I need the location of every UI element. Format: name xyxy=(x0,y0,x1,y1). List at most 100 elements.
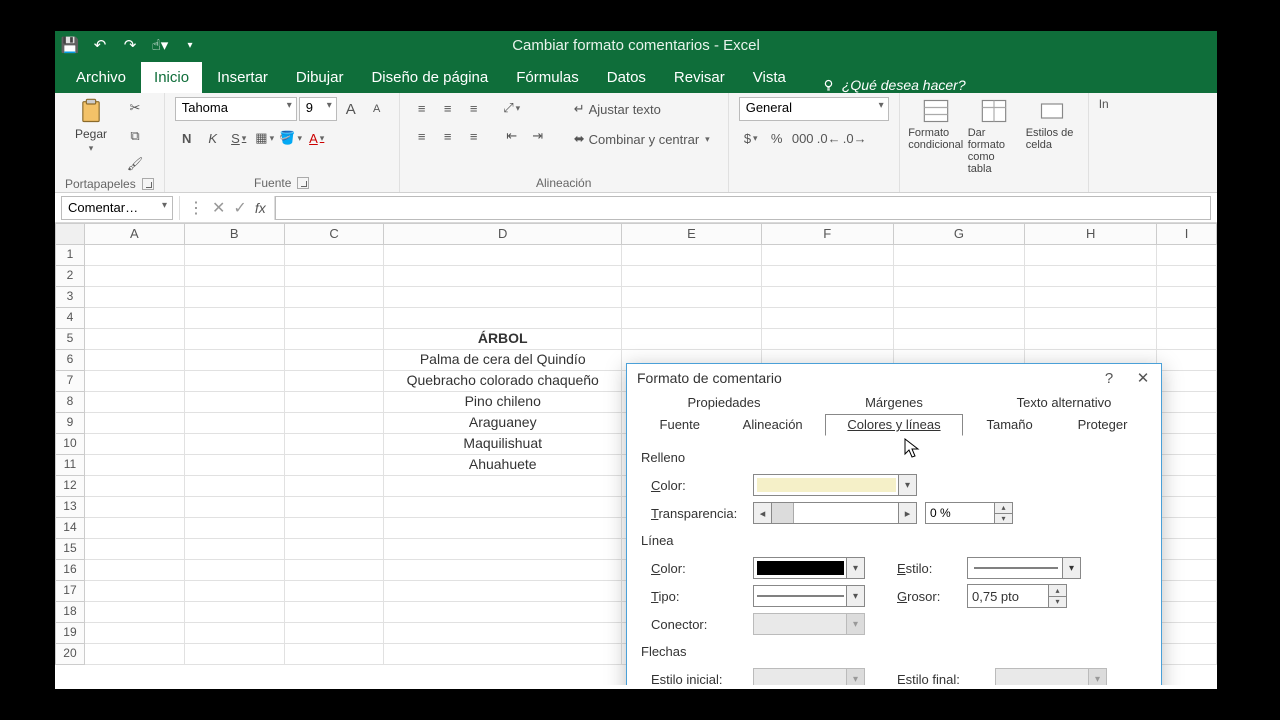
transparency-slider[interactable]: ◂ ▸ xyxy=(753,502,917,524)
cell[interactable] xyxy=(285,371,385,392)
cell[interactable] xyxy=(185,644,285,665)
redo-icon[interactable]: ↷ xyxy=(121,36,139,54)
cell[interactable] xyxy=(1025,329,1157,350)
fx-icon[interactable]: fx xyxy=(255,200,266,216)
cell[interactable] xyxy=(85,518,185,539)
cell[interactable]: Palma de cera del Quindío xyxy=(384,350,622,371)
cell[interactable] xyxy=(1157,413,1217,434)
cell[interactable] xyxy=(285,539,385,560)
cell[interactable] xyxy=(185,308,285,329)
cell[interactable] xyxy=(185,329,285,350)
cell[interactable] xyxy=(894,287,1026,308)
cell[interactable] xyxy=(285,518,385,539)
cell[interactable] xyxy=(1157,497,1217,518)
cell[interactable] xyxy=(85,308,185,329)
cell[interactable] xyxy=(1157,602,1217,623)
cell[interactable] xyxy=(285,287,385,308)
transparency-value[interactable] xyxy=(926,506,986,520)
row-header[interactable]: 15 xyxy=(55,539,85,560)
cell[interactable] xyxy=(622,287,762,308)
row-header[interactable]: 17 xyxy=(55,581,85,602)
cell[interactable] xyxy=(384,602,622,623)
cell[interactable] xyxy=(85,413,185,434)
row-header[interactable]: 11 xyxy=(55,455,85,476)
touch-mode-icon[interactable]: ☝︎▾ xyxy=(151,36,169,54)
row-header[interactable]: 13 xyxy=(55,497,85,518)
cell[interactable] xyxy=(762,329,894,350)
cell[interactable] xyxy=(1157,371,1217,392)
tab-proteger[interactable]: Proteger xyxy=(1056,414,1149,436)
align-top-icon[interactable]: ≡ xyxy=(410,97,434,119)
align-left-icon[interactable]: ≡ xyxy=(410,125,434,147)
cell[interactable]: Pino chileno xyxy=(384,392,622,413)
cell[interactable] xyxy=(384,539,622,560)
cell[interactable] xyxy=(1157,266,1217,287)
format-painter-icon[interactable]: 🖌 xyxy=(123,153,147,175)
cell[interactable] xyxy=(622,266,762,287)
cell[interactable] xyxy=(185,455,285,476)
cell[interactable] xyxy=(1157,308,1217,329)
cut-icon[interactable]: ✂ xyxy=(123,97,147,119)
tab-archivo[interactable]: Archivo xyxy=(63,62,139,93)
grow-font-icon[interactable]: A xyxy=(339,98,363,120)
cell[interactable] xyxy=(1025,245,1157,266)
tab-revisar[interactable]: Revisar xyxy=(661,62,738,93)
cell[interactable] xyxy=(285,581,385,602)
cell[interactable] xyxy=(285,476,385,497)
cell[interactable] xyxy=(1157,623,1217,644)
cell[interactable] xyxy=(185,560,285,581)
row-header[interactable]: 9 xyxy=(55,413,85,434)
cell[interactable] xyxy=(894,245,1026,266)
column-header[interactable]: D xyxy=(384,223,622,245)
cell[interactable] xyxy=(384,644,622,665)
cell[interactable] xyxy=(185,266,285,287)
row-header[interactable]: 1 xyxy=(55,245,85,266)
cell[interactable] xyxy=(1157,644,1217,665)
cell[interactable] xyxy=(384,518,622,539)
tell-me-search[interactable]: ¿Qué desea hacer? xyxy=(821,77,966,93)
cell[interactable] xyxy=(85,497,185,518)
cell[interactable] xyxy=(85,644,185,665)
cell[interactable] xyxy=(384,623,622,644)
cell[interactable] xyxy=(1157,539,1217,560)
cell[interactable] xyxy=(1157,581,1217,602)
cell[interactable] xyxy=(384,287,622,308)
cell[interactable] xyxy=(285,308,385,329)
cell[interactable] xyxy=(622,245,762,266)
cell[interactable] xyxy=(285,455,385,476)
row-header[interactable]: 7 xyxy=(55,371,85,392)
fill-color-button[interactable]: 🪣 xyxy=(279,127,303,149)
align-right-icon[interactable]: ≡ xyxy=(462,125,486,147)
cell[interactable] xyxy=(1157,329,1217,350)
tab-margenes[interactable]: Márgenes xyxy=(809,392,979,414)
italic-button[interactable]: K xyxy=(201,127,225,149)
align-bottom-icon[interactable]: ≡ xyxy=(462,97,486,119)
tab-fuente-dlg[interactable]: Fuente xyxy=(639,414,721,436)
cell[interactable] xyxy=(85,287,185,308)
dialog-close-button[interactable]: ✕ xyxy=(1133,368,1153,388)
decrease-indent-icon[interactable]: ⇤ xyxy=(500,125,524,147)
column-header[interactable]: H xyxy=(1025,223,1157,245)
cell[interactable] xyxy=(185,497,285,518)
row-header[interactable]: 4 xyxy=(55,308,85,329)
tab-tamano[interactable]: Tamaño xyxy=(963,414,1056,436)
cell[interactable]: Maquilishuat xyxy=(384,434,622,455)
orientation-icon[interactable]: ⤢ xyxy=(500,97,524,119)
cell[interactable] xyxy=(85,581,185,602)
cell[interactable] xyxy=(285,602,385,623)
cell[interactable] xyxy=(1157,476,1217,497)
increase-decimal-icon[interactable]: .0← xyxy=(817,127,841,149)
tab-inicio[interactable]: Inicio xyxy=(141,62,202,93)
cell[interactable] xyxy=(894,329,1026,350)
tab-diseno-pagina[interactable]: Diseño de página xyxy=(358,62,501,93)
cell[interactable] xyxy=(1157,392,1217,413)
cell[interactable] xyxy=(762,245,894,266)
insert-function-colon-icon[interactable]: ⋮ xyxy=(188,198,204,218)
cell[interactable] xyxy=(1157,434,1217,455)
slider-thumb[interactable] xyxy=(772,503,794,523)
cell[interactable] xyxy=(285,560,385,581)
formula-input[interactable] xyxy=(275,196,1211,220)
qat-customize-icon[interactable]: ▾ xyxy=(181,36,199,54)
cell[interactable] xyxy=(285,413,385,434)
shrink-font-icon[interactable]: A xyxy=(365,98,389,120)
